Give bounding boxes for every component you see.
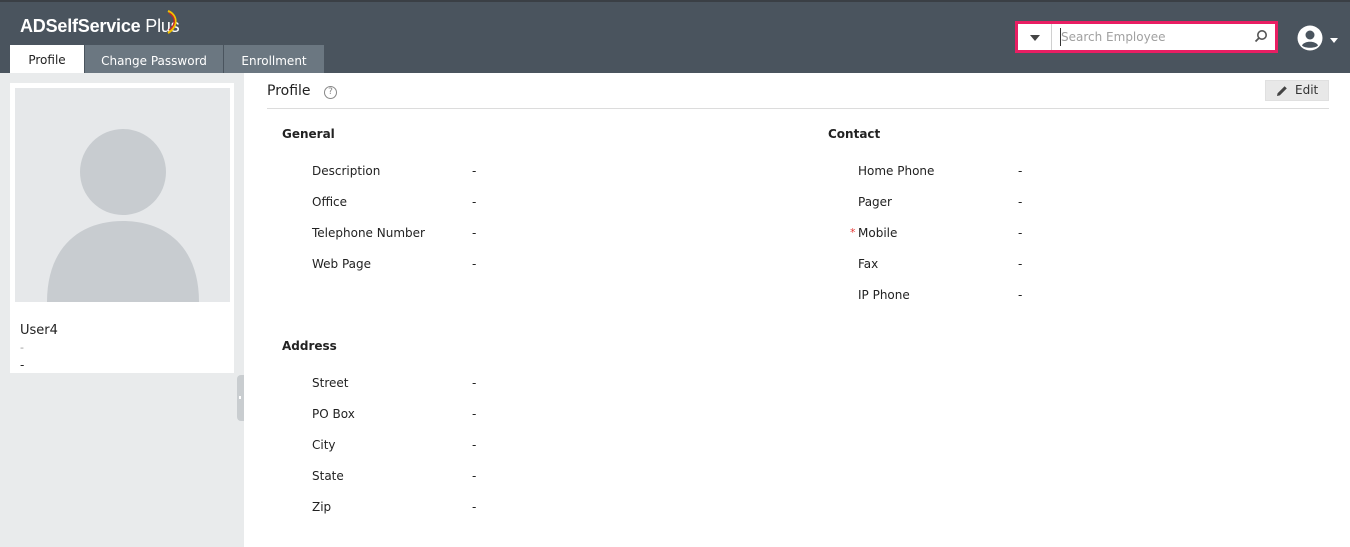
search-icon[interactable] — [1254, 29, 1268, 43]
field-label-zip: Zip — [312, 500, 332, 514]
tab-enrollment[interactable]: Enrollment — [224, 45, 324, 73]
tab-profile[interactable]: Profile — [10, 45, 84, 75]
field-value-telephone: - — [472, 226, 477, 240]
user-account-icon[interactable] — [1297, 25, 1323, 51]
edit-button-label: Edit — [1295, 83, 1319, 97]
page-header: Profile ? Edit — [267, 80, 1329, 109]
user-card: User4 - - — [10, 83, 234, 373]
field-value-city: - — [472, 438, 477, 452]
edit-button[interactable]: Edit — [1265, 80, 1329, 101]
page-title: Profile — [267, 83, 311, 99]
employee-search — [1015, 21, 1278, 53]
required-indicator: * — [850, 226, 856, 239]
field-value-mobile: - — [1018, 226, 1023, 240]
section-title-address: Address — [282, 339, 337, 353]
avatar-placeholder-icon — [47, 129, 199, 302]
field-label-city: City — [312, 438, 336, 452]
field-label-state: State — [312, 469, 344, 483]
top-bar: ADSelfService Plus Profile Change Passwo… — [0, 0, 1350, 75]
field-label-description: Description — [312, 164, 381, 178]
user-title: - — [20, 341, 24, 354]
field-label-home-phone: Home Phone — [858, 164, 935, 178]
field-label-ip-phone: IP Phone — [858, 288, 910, 302]
user-name: User4 — [20, 323, 58, 338]
field-value-home-phone: - — [1018, 164, 1023, 178]
field-label-po-box: PO Box — [312, 407, 355, 421]
logo-bold-text: ADSelfService — [20, 16, 141, 36]
field-label-fax: Fax — [858, 257, 879, 271]
field-label-office: Office — [312, 195, 348, 209]
field-label-web-page: Web Page — [312, 257, 372, 271]
field-value-street: - — [472, 376, 477, 390]
field-value-ip-phone: - — [1018, 288, 1023, 302]
panel-collapse-handle[interactable] — [237, 375, 244, 421]
help-icon[interactable]: ? — [324, 86, 337, 99]
section-title-general: General — [282, 127, 335, 141]
app-logo[interactable]: ADSelfService Plus — [20, 9, 180, 37]
field-value-office: - — [472, 195, 477, 209]
field-label-street: Street — [312, 376, 349, 390]
section-title-contact: Contact — [828, 127, 881, 141]
field-value-fax: - — [1018, 257, 1023, 271]
field-value-pager: - — [1018, 195, 1023, 209]
field-label-telephone: Telephone Number — [312, 226, 425, 240]
field-value-state: - — [472, 469, 477, 483]
field-value-po-box: - — [472, 407, 477, 421]
field-value-description: - — [472, 164, 477, 178]
field-label-mobile: Mobile — [858, 226, 898, 240]
logo-swoosh-icon — [167, 9, 177, 34]
search-filter-dropdown[interactable] — [1018, 24, 1052, 50]
left-panel: User4 - - — [0, 73, 244, 547]
search-input[interactable] — [1060, 28, 1246, 46]
tab-bar: Profile Change Password Enrollment — [10, 45, 325, 75]
user-menu-caret-icon[interactable] — [1330, 38, 1338, 43]
field-value-web-page: - — [472, 257, 477, 271]
tab-change-password[interactable]: Change Password — [85, 45, 223, 73]
avatar — [15, 88, 230, 302]
user-department: - — [20, 358, 25, 372]
field-label-pager: Pager — [858, 195, 892, 209]
pencil-icon — [1277, 86, 1287, 96]
field-value-zip: - — [472, 500, 477, 514]
